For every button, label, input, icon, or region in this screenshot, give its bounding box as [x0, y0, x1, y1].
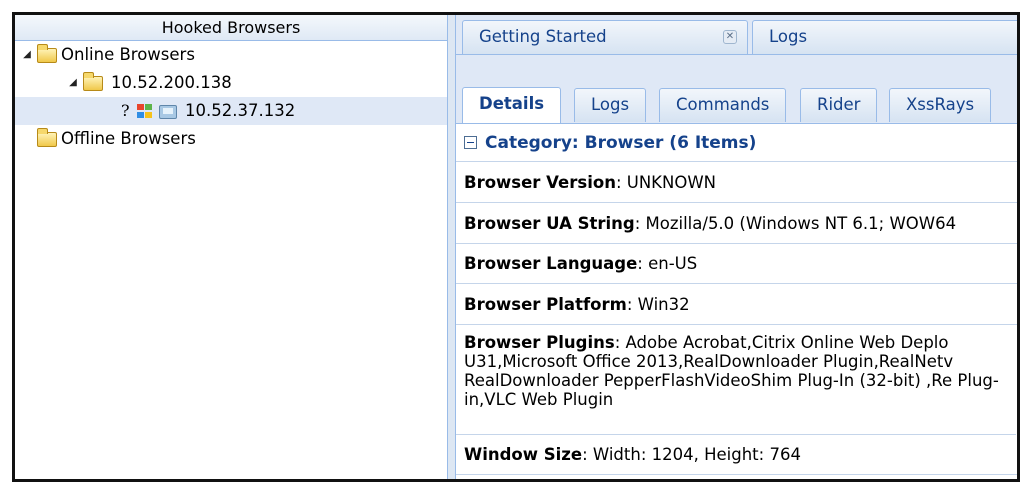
detail-value: : Width: 1204, Height: 764: [582, 445, 801, 464]
tab-xssrays[interactable]: XssRays: [889, 88, 992, 122]
category-label: Category: Browser (6 Items): [485, 133, 757, 153]
tree-node-hooked-client[interactable]: ? 10.52.37.132: [15, 97, 447, 125]
details-grid: Category: Browser (6 Items) Browser Vers…: [456, 124, 1017, 479]
tab-label: Logs: [591, 95, 630, 114]
hooked-browsers-panel: Hooked Browsers ◢ Online Browsers ◢ 10.5…: [15, 15, 447, 479]
tab-label: XssRays: [906, 95, 975, 114]
expand-triangle-icon[interactable]: ◢: [67, 69, 79, 97]
tab-rider[interactable]: Rider: [800, 88, 878, 122]
tree-node-label: Online Browsers: [61, 45, 195, 64]
folder-icon: [37, 128, 57, 147]
detail-key: Browser Platform: [464, 295, 627, 314]
detail-value: : Mozilla/5.0 (Windows NT 6.1; WOW64: [634, 214, 957, 233]
top-tab-strip: Getting Started ✕ Logs: [456, 15, 1017, 55]
detail-key: Browser Version: [464, 173, 616, 192]
tab-logs[interactable]: Logs: [752, 20, 1017, 54]
tab-commands[interactable]: Commands: [659, 88, 787, 122]
detail-value: : UNKNOWN: [615, 173, 716, 192]
tab-getting-started[interactable]: Getting Started ✕: [462, 20, 748, 54]
tab-sub-logs[interactable]: Logs: [574, 88, 647, 122]
unknown-browser-icon: ?: [121, 101, 130, 120]
detail-key: Browser Plugins: [464, 333, 615, 352]
tree-node-online-browsers[interactable]: ◢ Online Browsers: [15, 41, 447, 69]
tree-node-label: 10.52.200.138: [111, 73, 232, 92]
category-group-header[interactable]: Category: Browser (6 Items): [456, 124, 1017, 162]
folder-open-icon: [83, 72, 103, 91]
tab-details[interactable]: Details: [462, 87, 562, 123]
tab-label: Getting Started: [479, 27, 607, 46]
panel-splitter[interactable]: [447, 15, 456, 479]
detail-row-browser-version[interactable]: Browser Version: UNKNOWN: [456, 163, 1017, 203]
detail-key: Browser UA String: [464, 214, 635, 233]
network-icon: [159, 105, 177, 119]
detail-key: Browser Language: [464, 254, 638, 273]
detail-row-platform[interactable]: Browser Platform: Win32: [456, 284, 1017, 325]
tab-label: Rider: [817, 95, 861, 114]
tree-node-label: 10.52.37.132: [185, 101, 296, 120]
tab-label: Commands: [676, 95, 770, 114]
tree-node-offline-browsers[interactable]: Offline Browsers: [15, 125, 447, 153]
detail-row-plugins[interactable]: Browser Plugins: Adobe Acrobat,Citrix On…: [456, 325, 1016, 435]
detail-value: : en-US: [637, 254, 698, 273]
detail-value: : Win32: [626, 295, 690, 314]
tree-node-label: Offline Browsers: [61, 129, 196, 148]
collapse-icon[interactable]: [464, 136, 477, 149]
expand-triangle-icon[interactable]: ◢: [21, 41, 33, 69]
main-panel: Getting Started ✕ Logs Details Logs Comm…: [456, 15, 1017, 479]
detail-row-window-size[interactable]: Window Size: Width: 1204, Height: 764: [456, 435, 1017, 475]
close-icon[interactable]: ✕: [723, 30, 737, 44]
tab-label: Details: [479, 94, 545, 113]
windows-icon: [137, 104, 154, 120]
detail-row-language[interactable]: Browser Language: en-US: [456, 244, 1017, 284]
beef-window: Hooked Browsers ◢ Online Browsers ◢ 10.5…: [12, 12, 1020, 482]
sub-tab-strip: Details Logs Commands Rider XssRays: [456, 67, 1017, 124]
panel-title: Hooked Browsers: [15, 15, 447, 41]
detail-key: Window Size: [464, 445, 583, 464]
tab-label: Logs: [769, 27, 808, 46]
tree-node-host[interactable]: ◢ 10.52.200.138: [15, 69, 447, 97]
detail-row-ua-string[interactable]: Browser UA String: Mozilla/5.0 (Windows …: [456, 203, 1017, 244]
folder-open-icon: [37, 44, 57, 63]
